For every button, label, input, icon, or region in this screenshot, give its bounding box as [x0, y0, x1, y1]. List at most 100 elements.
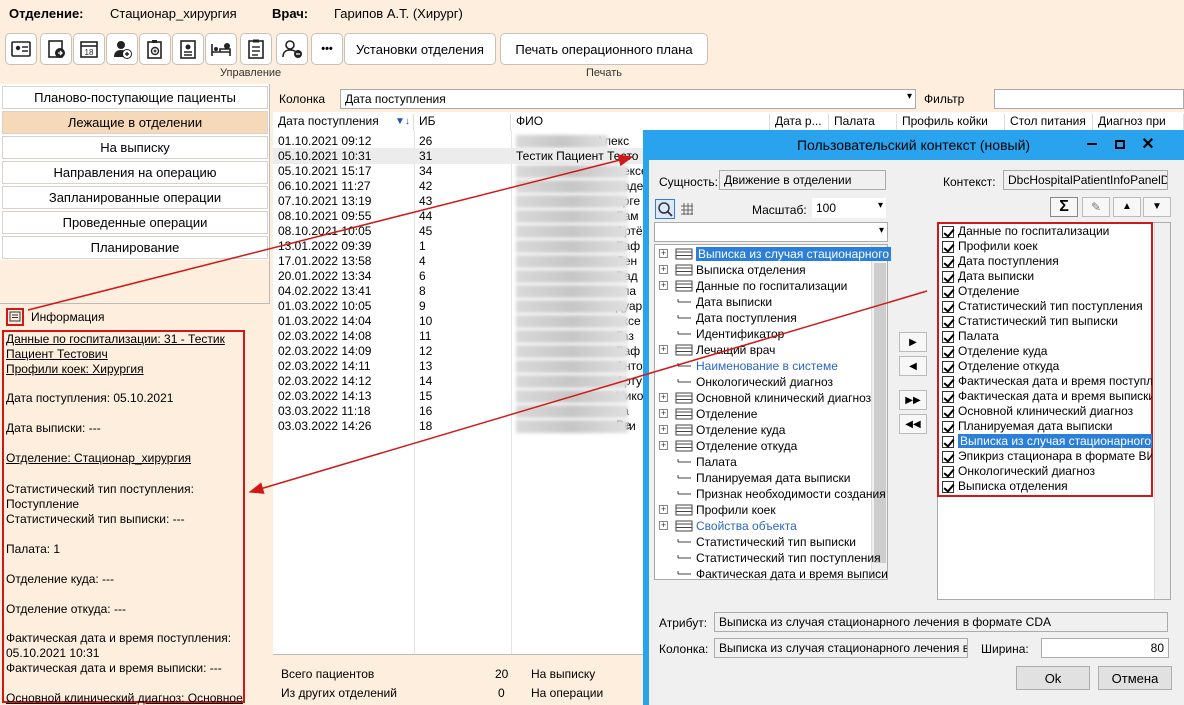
checkbox[interactable] — [942, 391, 954, 403]
column-checkbox-item[interactable]: Профили коек — [940, 239, 1152, 254]
column-checkbox-item[interactable]: Фактическая дата и время поступлен — [940, 374, 1152, 389]
column-header[interactable]: ИБ — [414, 114, 511, 131]
print-plan-button[interactable]: Печать операционного плана — [500, 33, 708, 65]
tree-node[interactable]: + Выписка отделения — [654, 262, 886, 278]
column-checkbox-item[interactable]: Дата поступления — [940, 254, 1152, 269]
nav-item[interactable]: На выписку — [2, 136, 268, 159]
checkbox[interactable] — [942, 256, 954, 268]
tree-node[interactable]: Признак необходимости создания — [654, 486, 886, 502]
scale-select[interactable]: 100 ▾ — [812, 198, 886, 218]
column-header[interactable]: Дата поступления — [273, 114, 414, 131]
checkbox[interactable] — [942, 241, 954, 253]
calendar-18-button[interactable]: 18 — [73, 33, 105, 65]
cancel-button[interactable]: Отмена — [1098, 666, 1172, 690]
expand-icon[interactable]: + — [659, 521, 668, 530]
checkbox[interactable] — [942, 406, 954, 418]
tree-node[interactable]: + Отделение куда — [654, 422, 886, 438]
tree-node[interactable]: + Лечащий врач — [654, 342, 886, 358]
id-card-button[interactable] — [5, 33, 37, 65]
expand-icon[interactable]: + — [659, 393, 668, 402]
remove-all-button[interactable]: ◀◀ — [899, 414, 927, 434]
checkbox[interactable] — [942, 226, 954, 238]
grid-icon[interactable] — [680, 202, 694, 216]
dept-settings-button[interactable]: Установки отделения — [344, 33, 496, 65]
edit-button[interactable]: ✎ — [1082, 197, 1110, 217]
column-checkbox-item[interactable]: Палата — [940, 329, 1152, 344]
close-button[interactable]: ✕ — [1135, 134, 1161, 154]
tree-node[interactable]: + Отделение откуда — [654, 438, 886, 454]
checkbox[interactable] — [942, 271, 954, 283]
checkbox[interactable] — [942, 421, 954, 433]
column-checkbox-item[interactable]: Онкологический диагноз — [940, 464, 1152, 479]
column-name-field[interactable]: Выписка из случая стационарного лечения … — [714, 638, 968, 658]
expand-icon[interactable]: + — [659, 281, 668, 290]
tree-node[interactable]: + Свойства объекта — [654, 518, 886, 534]
nav-item[interactable]: Планирование — [2, 236, 268, 259]
checkbox[interactable] — [942, 331, 954, 343]
nav-item[interactable]: Запланированные операции — [2, 186, 268, 209]
tree-node[interactable]: Планируемая дата выписки — [654, 470, 886, 486]
column-checkbox-item[interactable]: Отделение откуда — [940, 359, 1152, 374]
column-header[interactable]: Стол питания — [1005, 114, 1093, 131]
info-line[interactable]: Данные по госпитализации: 31 - Тестик — [6, 332, 246, 347]
checkbox[interactable] — [942, 301, 954, 313]
tree-node[interactable]: + Основной клинический диагноз — [654, 390, 886, 406]
column-checkbox-item[interactable]: Дата выписки — [940, 269, 1152, 284]
import-document-button[interactable] — [40, 33, 72, 65]
tree-node[interactable]: + Профили коек — [654, 502, 886, 518]
person-add-button[interactable] — [276, 33, 308, 65]
expand-icon[interactable]: + — [659, 505, 668, 514]
clipboard-add-button[interactable] — [139, 33, 171, 65]
ok-button[interactable]: Ok — [1016, 666, 1090, 690]
expand-icon[interactable]: + — [659, 441, 668, 450]
minimize-button[interactable] — [1079, 134, 1105, 154]
checkbox[interactable] — [942, 376, 954, 388]
column-checkbox-item[interactable]: Статистический тип выписки — [940, 314, 1152, 329]
column-checkbox-item[interactable]: Выписка из случая стационарного леч — [940, 434, 1152, 449]
zoom-icon[interactable] — [655, 199, 675, 219]
move-up-button[interactable]: ▲ — [1113, 197, 1141, 217]
width-input[interactable]: 80 — [1041, 638, 1169, 658]
checkbox[interactable] — [942, 346, 954, 358]
checkbox[interactable] — [942, 481, 954, 493]
column-checkbox-item[interactable]: Данные по госпитализации — [940, 224, 1152, 239]
nav-item[interactable]: Проведенные операции — [2, 211, 268, 234]
column-checkbox-item[interactable]: Статистический тип поступления — [940, 299, 1152, 314]
tree-node[interactable]: + Отделение — [654, 406, 886, 422]
bed-button[interactable] — [205, 33, 237, 65]
tree-node[interactable]: Идентификатор — [654, 326, 886, 342]
remove-button[interactable]: ◀ — [899, 356, 927, 376]
table-row[interactable]: 05.10.2021 10:31 31 Тестик Пациент Тесто — [273, 148, 643, 164]
list-scrollbar[interactable] — [1154, 223, 1170, 599]
expand-icon[interactable]: + — [659, 249, 668, 258]
checkbox[interactable] — [942, 466, 954, 478]
expand-icon[interactable]: + — [659, 409, 668, 418]
badge-button[interactable] — [172, 33, 204, 65]
more-button[interactable]: ••• — [311, 33, 343, 65]
column-header[interactable]: Дата р... — [770, 114, 829, 131]
info-line[interactable]: Отделение: Стационар_хирургия — [6, 451, 246, 466]
expand-icon[interactable]: + — [659, 265, 668, 274]
tree-node[interactable]: Статистический тип выписки — [654, 534, 886, 550]
expand-icon[interactable]: + — [659, 345, 668, 354]
column-select[interactable]: Дата поступления ▾ — [340, 89, 916, 109]
tree-node[interactable]: Наименование в системе — [654, 358, 886, 374]
add-all-button[interactable]: ▶▶ — [899, 390, 927, 410]
maximize-button[interactable] — [1107, 134, 1133, 154]
filter-input[interactable] — [994, 89, 1184, 109]
doctor-add-button[interactable] — [106, 33, 138, 65]
checkbox[interactable] — [942, 316, 954, 328]
move-down-button[interactable]: ▼ — [1143, 197, 1171, 217]
tree-node[interactable]: Статистический тип поступления — [654, 550, 886, 566]
tree-node[interactable]: Дата выписки — [654, 294, 886, 310]
checkbox[interactable] — [942, 361, 954, 373]
nav-item[interactable]: Направления на операцию — [2, 161, 268, 184]
tree-node[interactable]: Палата — [654, 454, 886, 470]
info-line[interactable]: Основной клинический диагноз: Основное — [6, 691, 246, 705]
column-checkbox-item[interactable]: Эпикриз стационара в формате ВИМИ — [940, 449, 1152, 464]
tree-node[interactable]: Дата поступления — [654, 310, 886, 326]
checkbox[interactable] — [942, 436, 954, 448]
nav-item[interactable]: Планово-поступающие пациенты — [2, 86, 268, 109]
checkbox[interactable] — [942, 451, 954, 463]
checklist-button[interactable] — [240, 33, 272, 65]
